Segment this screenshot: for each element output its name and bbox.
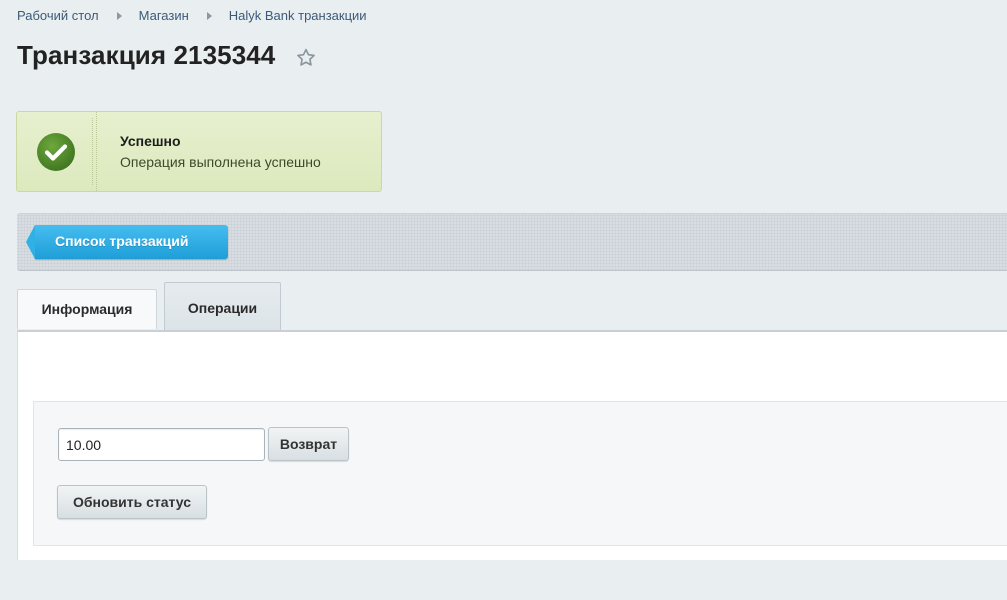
- breadcrumb-item-desktop[interactable]: Рабочий стол: [17, 8, 99, 23]
- alert-message: Операция выполнена успешно: [120, 154, 321, 170]
- breadcrumb-item-halyk-transactions[interactable]: Halyk Bank транзакции: [229, 8, 367, 23]
- check-icon: [37, 133, 75, 171]
- breadcrumb-separator-icon: [116, 11, 122, 20]
- breadcrumb-separator-icon: [206, 11, 212, 20]
- refresh-status-button[interactable]: Обновить статус: [57, 485, 207, 519]
- page-root: Рабочий стол Магазин Halyk Bank транзакц…: [0, 0, 1007, 600]
- breadcrumb-item-shop[interactable]: Магазин: [139, 8, 189, 23]
- operations-panel: Возврат Обновить статус: [17, 330, 1007, 560]
- breadcrumb: Рабочий стол Магазин Halyk Bank транзакц…: [17, 8, 367, 23]
- alert-title: Успешно: [120, 133, 181, 149]
- page-title: Транзакция 2135344: [17, 40, 276, 70]
- alert-icon-area: [17, 112, 97, 191]
- transactions-list-button[interactable]: Список транзакций: [26, 225, 228, 259]
- tab-operations[interactable]: Операции: [164, 282, 281, 330]
- tab-information[interactable]: Информация: [17, 289, 157, 329]
- refund-amount-input[interactable]: [58, 428, 265, 461]
- success-alert: Успешно Операция выполнена успешно: [16, 111, 382, 192]
- operations-form: Возврат Обновить статус: [33, 401, 1007, 546]
- context-toolbar: Список транзакций: [17, 213, 1007, 271]
- title-row: Транзакция 2135344: [17, 40, 317, 71]
- refund-button[interactable]: Возврат: [268, 427, 349, 461]
- star-icon[interactable]: [295, 47, 317, 69]
